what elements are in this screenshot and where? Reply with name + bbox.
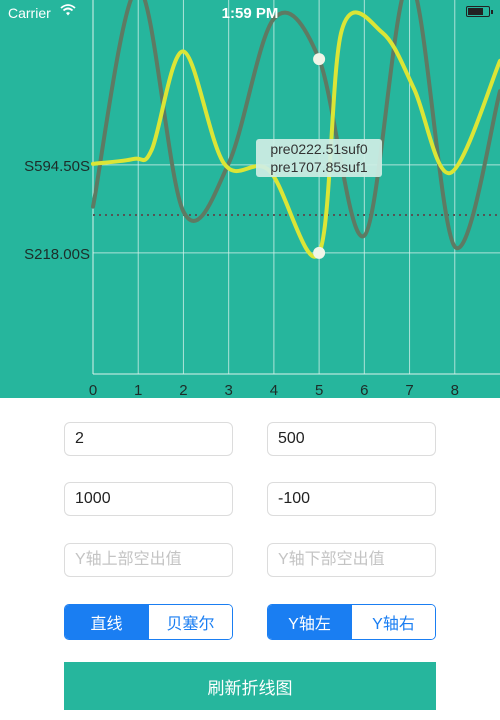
y-axis-top-padding-input[interactable]: [64, 543, 233, 577]
x-tick-label-0: 0: [89, 382, 97, 398]
segment-y-axis-right[interactable]: Y轴右: [351, 605, 435, 639]
x-tick-label-1: 1: [134, 382, 142, 398]
highlight-point-2: [313, 246, 326, 259]
x-tick-label-5: 5: [315, 382, 323, 398]
line-type-segmented-control: 直线 贝塞尔: [64, 604, 233, 640]
segment-straight-line[interactable]: 直线: [65, 605, 148, 639]
input-field-3[interactable]: [64, 482, 233, 516]
x-tick-label-8: 8: [451, 382, 459, 398]
segment-y-axis-left[interactable]: Y轴左: [268, 605, 351, 639]
y-tick-label-0: S594.50S: [24, 158, 90, 175]
status-bar: Carrier 1:59 PM: [0, 0, 500, 26]
tooltip-line-2: pre1707.85suf1: [270, 159, 368, 175]
controls-panel: 直线 贝塞尔 Y轴左 Y轴右 刷新折线图: [0, 398, 500, 720]
segment-bezier[interactable]: 贝塞尔: [148, 605, 232, 639]
y-tick-label-1: S218.00S: [24, 246, 90, 263]
status-time: 1:59 PM: [221, 5, 279, 22]
y-axis-bottom-padding-input[interactable]: [267, 543, 436, 577]
x-tick-label-7: 7: [405, 382, 413, 398]
refresh-chart-button[interactable]: 刷新折线图: [64, 662, 436, 710]
input-field-2[interactable]: [267, 422, 436, 456]
axis-side-segmented-control: Y轴左 Y轴右: [267, 604, 436, 640]
line-chart[interactable]: pre0222.51suf0 pre1707.85suf1 S594.50S S218…: [0, 0, 500, 398]
x-tick-label-6: 6: [360, 382, 368, 398]
chart-panel: pre0222.51suf0 pre1707.85suf1 S594.50S S218…: [0, 0, 500, 398]
x-tick-label-3: 3: [224, 382, 232, 398]
tooltip-line-1: pre0222.51suf0: [270, 141, 368, 157]
input-field-1[interactable]: [64, 422, 233, 456]
battery-icon: [466, 6, 493, 17]
input-field-4[interactable]: [267, 482, 436, 516]
highlight-point-1: [313, 53, 326, 66]
x-tick-label-2: 2: [179, 382, 187, 398]
x-tick-label-4: 4: [270, 382, 278, 398]
series-line-2: [91, 0, 500, 251]
